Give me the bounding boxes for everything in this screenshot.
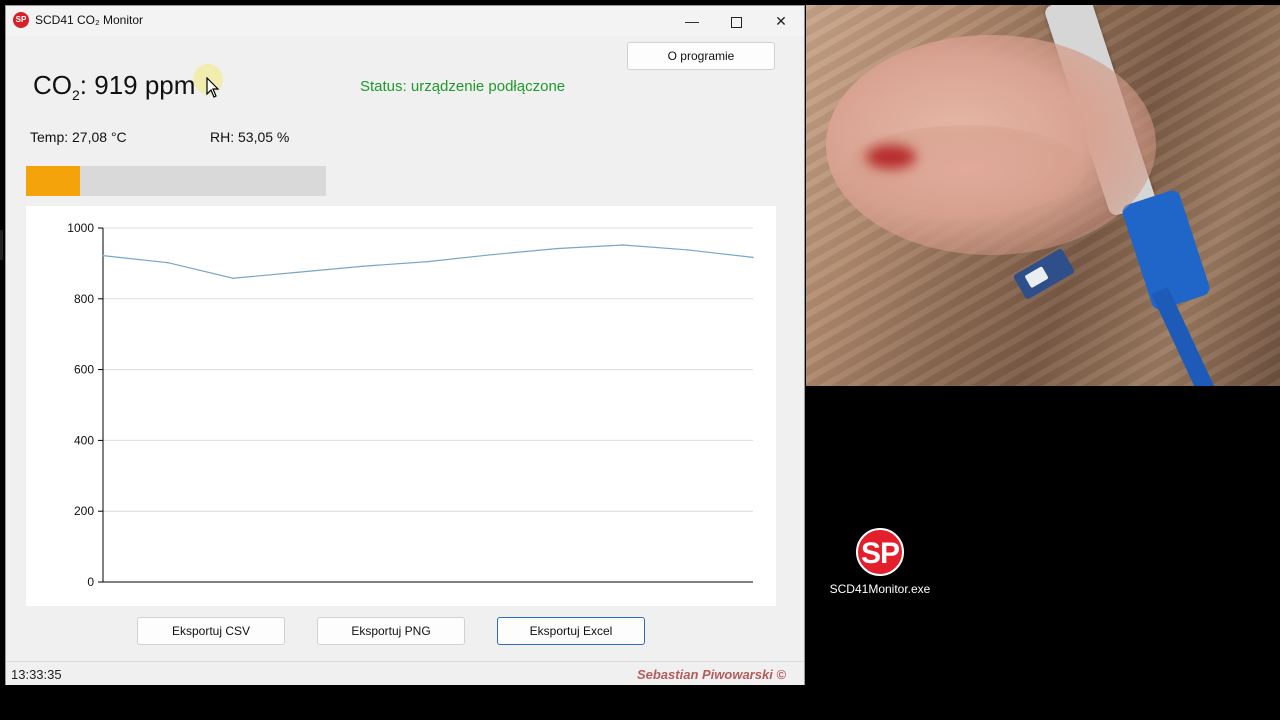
connection-status: Status: urządzenie podłączone — [360, 78, 566, 95]
co2-data-point — [687, 249, 689, 251]
co2-data-point — [362, 265, 364, 268]
y-tick-label: 400 — [74, 433, 94, 447]
co2-level-bar — [26, 166, 326, 196]
co2-data-point — [622, 244, 624, 246]
co2-data-point — [297, 271, 299, 274]
maximize-button[interactable] — [714, 6, 758, 36]
sp-logo-icon: SP — [856, 528, 904, 576]
maximize-icon — [730, 16, 742, 28]
y-tick-label: 600 — [74, 363, 94, 377]
y-tick-label: 1000 — [67, 221, 94, 235]
window-title: SCD41 CO₂ Monitor — [35, 13, 144, 27]
app-window: SP SCD41 CO₂ Monitor — ✕ O programie CO2… — [5, 5, 805, 685]
co2-data-point — [427, 260, 429, 263]
export-png-button[interactable]: Eksportuj PNG — [317, 617, 465, 645]
co2-subscript: 2 — [72, 87, 80, 104]
co2-data-point — [492, 253, 494, 256]
export-excel-button[interactable]: Eksportuj Excel — [497, 617, 645, 645]
camera-preview — [806, 5, 1280, 386]
chart-svg: 0 200 400 600 800 1000 — [67, 221, 754, 589]
co2-level-fill — [26, 166, 80, 196]
app-logo-icon: SP — [13, 12, 29, 28]
desktop-shortcut[interactable]: SP SCD41Monitor.exe — [826, 528, 934, 596]
co2-value: : 919 ppm — [79, 70, 196, 100]
y-tick-label: 200 — [74, 504, 94, 518]
mouse-pointer-icon — [206, 77, 220, 98]
y-tick-label: 800 — [74, 292, 94, 306]
humidity-reading: RH: 53,05 % — [210, 129, 290, 145]
co2-data-point — [557, 247, 559, 250]
title-bar[interactable]: SP SCD41 CO₂ Monitor — ✕ — [6, 6, 804, 36]
co2-data-point — [102, 254, 104, 257]
status-time: 13:33:35 — [11, 667, 62, 682]
co2-prefix: CO — [33, 70, 72, 100]
minimize-button[interactable]: — — [670, 6, 714, 36]
y-tick-label: 0 — [87, 575, 94, 589]
desktop-shortcut-label: SCD41Monitor.exe — [829, 582, 931, 596]
co2-data-point — [232, 277, 234, 280]
temperature-reading: Temp: 27,08 °C — [30, 129, 127, 145]
about-button[interactable]: O programie — [627, 42, 775, 70]
co2-data-point — [752, 256, 754, 259]
author-credit: Sebastian Piwowarski © — [636, 667, 786, 682]
export-csv-button[interactable]: Eksportuj CSV — [137, 617, 285, 645]
co2-chart: 0 200 400 600 800 1000 — [26, 206, 776, 606]
co2-reading: CO2: 919 ppm — [33, 70, 195, 103]
close-button[interactable]: ✕ — [759, 6, 803, 36]
status-bar: 13:33:35 Sebastian Piwowarski © — [6, 661, 804, 685]
co2-data-point — [167, 261, 169, 264]
